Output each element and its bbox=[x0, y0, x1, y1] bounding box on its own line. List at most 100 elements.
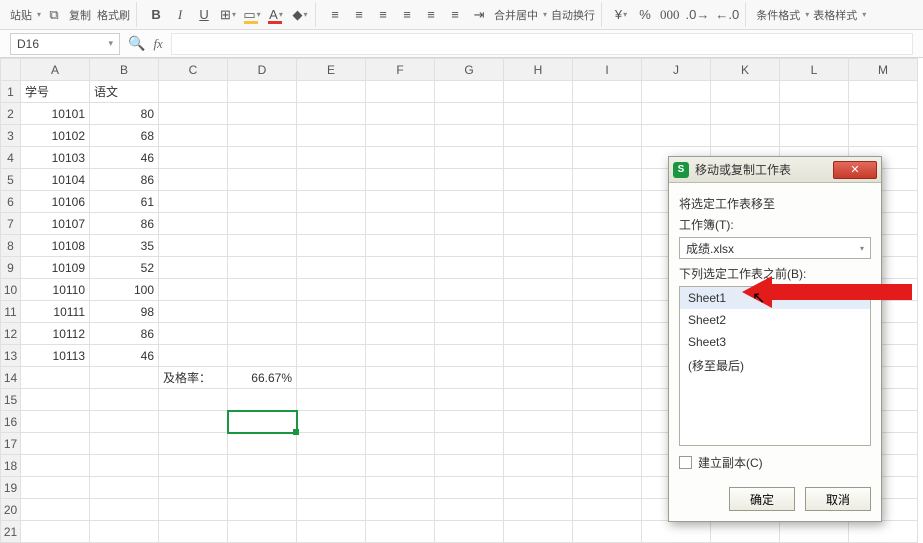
percent-button[interactable]: % bbox=[634, 4, 656, 26]
cell-L21[interactable] bbox=[780, 521, 849, 543]
cell-E19[interactable] bbox=[297, 477, 366, 499]
cell-I17[interactable] bbox=[573, 433, 642, 455]
dialog-titlebar[interactable]: S 移动或复制工作表 ✕ bbox=[669, 157, 881, 183]
name-box[interactable]: D16 ▾ bbox=[10, 33, 120, 55]
cell-M21[interactable] bbox=[849, 521, 918, 543]
cell-E8[interactable] bbox=[297, 235, 366, 257]
cell-C13[interactable] bbox=[159, 345, 228, 367]
cell-E2[interactable] bbox=[297, 103, 366, 125]
cell-I6[interactable] bbox=[573, 191, 642, 213]
ok-button[interactable]: 确定 bbox=[729, 487, 795, 511]
bold-button[interactable]: B bbox=[145, 4, 167, 26]
cell-G8[interactable] bbox=[435, 235, 504, 257]
cell-H19[interactable] bbox=[504, 477, 573, 499]
cell-C11[interactable] bbox=[159, 301, 228, 323]
row-head-18[interactable]: 18 bbox=[1, 455, 21, 477]
cell-H1[interactable] bbox=[504, 81, 573, 103]
cell-C4[interactable] bbox=[159, 147, 228, 169]
cell-I21[interactable] bbox=[573, 521, 642, 543]
row-head-15[interactable]: 15 bbox=[1, 389, 21, 411]
cell-B14[interactable] bbox=[90, 367, 159, 389]
col-head-I[interactable]: I bbox=[573, 59, 642, 81]
cell-H13[interactable] bbox=[504, 345, 573, 367]
cell-G6[interactable] bbox=[435, 191, 504, 213]
fill-color-button[interactable]: ▭▾ bbox=[241, 4, 263, 26]
cell-D17[interactable] bbox=[228, 433, 297, 455]
cell-H18[interactable] bbox=[504, 455, 573, 477]
cell-A5[interactable]: 10104 bbox=[21, 169, 90, 191]
cell-G14[interactable] bbox=[435, 367, 504, 389]
cell-A3[interactable]: 10102 bbox=[21, 125, 90, 147]
cell-F2[interactable] bbox=[366, 103, 435, 125]
cell-K21[interactable] bbox=[711, 521, 780, 543]
cell-A11[interactable]: 10111 bbox=[21, 301, 90, 323]
cell-H8[interactable] bbox=[504, 235, 573, 257]
cell-A16[interactable] bbox=[21, 411, 90, 433]
cell-I8[interactable] bbox=[573, 235, 642, 257]
col-head-C[interactable]: C bbox=[159, 59, 228, 81]
decrease-decimal-button[interactable]: ←.0 bbox=[713, 4, 741, 26]
cell-H7[interactable] bbox=[504, 213, 573, 235]
row-head-10[interactable]: 10 bbox=[1, 279, 21, 301]
col-head-A[interactable]: A bbox=[21, 59, 90, 81]
cancel-button[interactable]: 取消 bbox=[805, 487, 871, 511]
cell-C10[interactable] bbox=[159, 279, 228, 301]
cell-D13[interactable] bbox=[228, 345, 297, 367]
currency-button[interactable]: ¥▾ bbox=[610, 4, 632, 26]
sheet-list-item[interactable]: Sheet1 bbox=[680, 287, 870, 309]
italic-button[interactable]: I bbox=[169, 4, 191, 26]
cell-F10[interactable] bbox=[366, 279, 435, 301]
format-painter-button[interactable]: 格式刷 bbox=[95, 7, 132, 23]
cell-E1[interactable] bbox=[297, 81, 366, 103]
cell-I7[interactable] bbox=[573, 213, 642, 235]
cell-E5[interactable] bbox=[297, 169, 366, 191]
cell-D1[interactable] bbox=[228, 81, 297, 103]
cell-C12[interactable] bbox=[159, 323, 228, 345]
cell-F7[interactable] bbox=[366, 213, 435, 235]
cell-D8[interactable] bbox=[228, 235, 297, 257]
cell-G20[interactable] bbox=[435, 499, 504, 521]
cell-J21[interactable] bbox=[642, 521, 711, 543]
cell-I16[interactable] bbox=[573, 411, 642, 433]
col-head-F[interactable]: F bbox=[366, 59, 435, 81]
close-button[interactable]: ✕ bbox=[833, 161, 877, 179]
cell-D16[interactable] bbox=[228, 411, 297, 433]
cell-G11[interactable] bbox=[435, 301, 504, 323]
cell-A18[interactable] bbox=[21, 455, 90, 477]
row-head-13[interactable]: 13 bbox=[1, 345, 21, 367]
cell-A2[interactable]: 10101 bbox=[21, 103, 90, 125]
font-color-button[interactable]: A▾ bbox=[265, 4, 287, 26]
cell-K3[interactable] bbox=[711, 125, 780, 147]
cell-C7[interactable] bbox=[159, 213, 228, 235]
cell-H15[interactable] bbox=[504, 389, 573, 411]
cell-D2[interactable] bbox=[228, 103, 297, 125]
cell-H10[interactable] bbox=[504, 279, 573, 301]
col-head-H[interactable]: H bbox=[504, 59, 573, 81]
cell-F20[interactable] bbox=[366, 499, 435, 521]
cell-B18[interactable] bbox=[90, 455, 159, 477]
cell-D21[interactable] bbox=[228, 521, 297, 543]
cell-B4[interactable]: 46 bbox=[90, 147, 159, 169]
cell-F11[interactable] bbox=[366, 301, 435, 323]
cell-B20[interactable] bbox=[90, 499, 159, 521]
cell-G1[interactable] bbox=[435, 81, 504, 103]
select-all-corner[interactable] bbox=[1, 59, 21, 81]
cell-G10[interactable] bbox=[435, 279, 504, 301]
cell-H21[interactable] bbox=[504, 521, 573, 543]
row-head-14[interactable]: 14 bbox=[1, 367, 21, 389]
cell-I5[interactable] bbox=[573, 169, 642, 191]
cell-I18[interactable] bbox=[573, 455, 642, 477]
cell-D12[interactable] bbox=[228, 323, 297, 345]
row-head-5[interactable]: 5 bbox=[1, 169, 21, 191]
cell-F16[interactable] bbox=[366, 411, 435, 433]
cell-B2[interactable]: 80 bbox=[90, 103, 159, 125]
cell-H12[interactable] bbox=[504, 323, 573, 345]
cell-M2[interactable] bbox=[849, 103, 918, 125]
cell-D14[interactable]: 66.67% bbox=[228, 367, 297, 389]
cell-C1[interactable] bbox=[159, 81, 228, 103]
cell-D18[interactable] bbox=[228, 455, 297, 477]
row-head-2[interactable]: 2 bbox=[1, 103, 21, 125]
cell-F18[interactable] bbox=[366, 455, 435, 477]
cell-I3[interactable] bbox=[573, 125, 642, 147]
row-head-3[interactable]: 3 bbox=[1, 125, 21, 147]
